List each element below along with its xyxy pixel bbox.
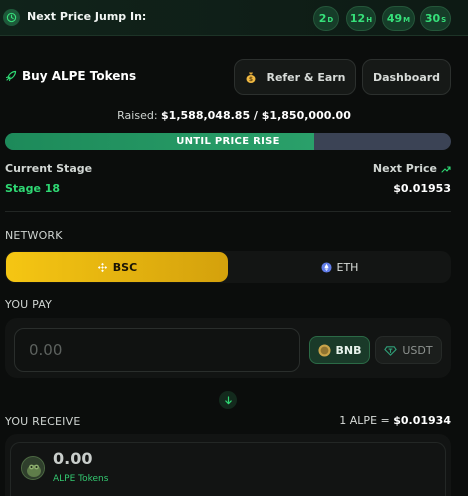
- buy-title-text: Buy ALPE Tokens: [22, 69, 137, 83]
- raise-progress-text: UNTIL PRICE RISE: [176, 136, 280, 147]
- usdt-icon: [384, 345, 398, 356]
- alpe-token-icon: [21, 456, 45, 480]
- timer-hours-value: 12: [349, 12, 366, 25]
- price-jump-label: Next Price Jump In:: [27, 10, 147, 23]
- dashboard-label: Dashboard: [372, 70, 441, 84]
- money-bag-icon: $: [246, 72, 256, 83]
- timer-minutes: 49 M: [382, 6, 415, 31]
- pay-amount-input[interactable]: 0.00: [14, 328, 300, 372]
- current-stage-value: Stage 18: [5, 182, 61, 195]
- raised-summary: Raised: $1,588,048.85 / $1,850,000.00: [0, 109, 468, 122]
- pay-panel: 0.00 BNB USDT: [5, 318, 451, 378]
- timer-seconds-value: 30: [424, 12, 441, 25]
- next-price-label-text: Next Price: [372, 162, 437, 175]
- receive-unit: ALPE Tokens: [53, 474, 109, 484]
- network-option-eth-label: ETH: [336, 260, 359, 274]
- timer-minutes-value: 49: [386, 12, 403, 25]
- network-selector: BSC ETH: [5, 251, 451, 283]
- raised-label: Raised:: [117, 109, 158, 122]
- timer-days: 2D: [313, 6, 339, 31]
- next-price-value: $0.01953: [393, 182, 451, 195]
- next-price-label: Next Price: [373, 162, 451, 175]
- timer-hours-unit: H: [366, 16, 373, 24]
- network-option-bsc-label: BSC: [112, 260, 138, 274]
- network-label: NETWORK: [5, 229, 63, 242]
- receive-panel: 0.00 ALPE Tokens: [5, 434, 451, 496]
- eth-icon: [320, 261, 332, 273]
- price-jump-banner: Next Price Jump In: 2D 12 H 49 M 30 S: [0, 0, 468, 36]
- exchange-rate-prefix: 1 ALPE =: [339, 414, 390, 427]
- refer-earn-label: Refer & Earn: [266, 70, 346, 84]
- receive-amount: 0.00: [53, 449, 93, 468]
- you-receive-label: YOU RECEIVE: [5, 415, 81, 428]
- timer-minutes-unit: M: [403, 16, 411, 24]
- exchange-rate: 1 ALPE = $0.01934: [339, 414, 451, 427]
- refer-earn-button[interactable]: $ Refer & Earn: [234, 59, 356, 95]
- network-option-eth[interactable]: ETH: [229, 252, 450, 282]
- dashboard-button[interactable]: Dashboard: [362, 59, 451, 95]
- receive-amount-field[interactable]: 0.00 ALPE Tokens: [10, 442, 446, 496]
- currency-option-bnb[interactable]: BNB: [309, 336, 370, 364]
- exchange-rate-value: $0.01934: [393, 414, 451, 427]
- timer-seconds-unit: S: [441, 16, 447, 24]
- current-stage-label: Current Stage: [5, 162, 93, 175]
- pay-amount-placeholder: 0.00: [29, 341, 63, 359]
- buy-title: Buy ALPE Tokens: [5, 69, 136, 83]
- timer-hours: 12 H: [346, 6, 376, 31]
- timer-days-value: 2: [318, 12, 327, 25]
- raised-amount: $1,588,048.85 / $1,850,000.00: [161, 109, 351, 122]
- network-option-bsc[interactable]: BSC: [6, 252, 228, 282]
- divider: [5, 211, 451, 212]
- you-pay-label: YOU PAY: [5, 298, 53, 311]
- currency-option-usdt[interactable]: USDT: [375, 336, 442, 364]
- bnb-icon: [317, 343, 331, 357]
- rocket-icon: [5, 70, 17, 82]
- timer-seconds: 30 S: [420, 6, 451, 31]
- raise-progress-bar: UNTIL PRICE RISE: [5, 133, 451, 150]
- currency-option-usdt-label: USDT: [402, 343, 433, 357]
- svg-text:$: $: [249, 76, 253, 83]
- arrow-down-icon: [219, 391, 237, 409]
- bsc-icon: [97, 262, 107, 272]
- trend-up-icon: [441, 165, 451, 173]
- currency-option-bnb-label: BNB: [335, 343, 362, 357]
- timer-days-unit: D: [327, 16, 334, 24]
- clock-icon: [3, 9, 20, 26]
